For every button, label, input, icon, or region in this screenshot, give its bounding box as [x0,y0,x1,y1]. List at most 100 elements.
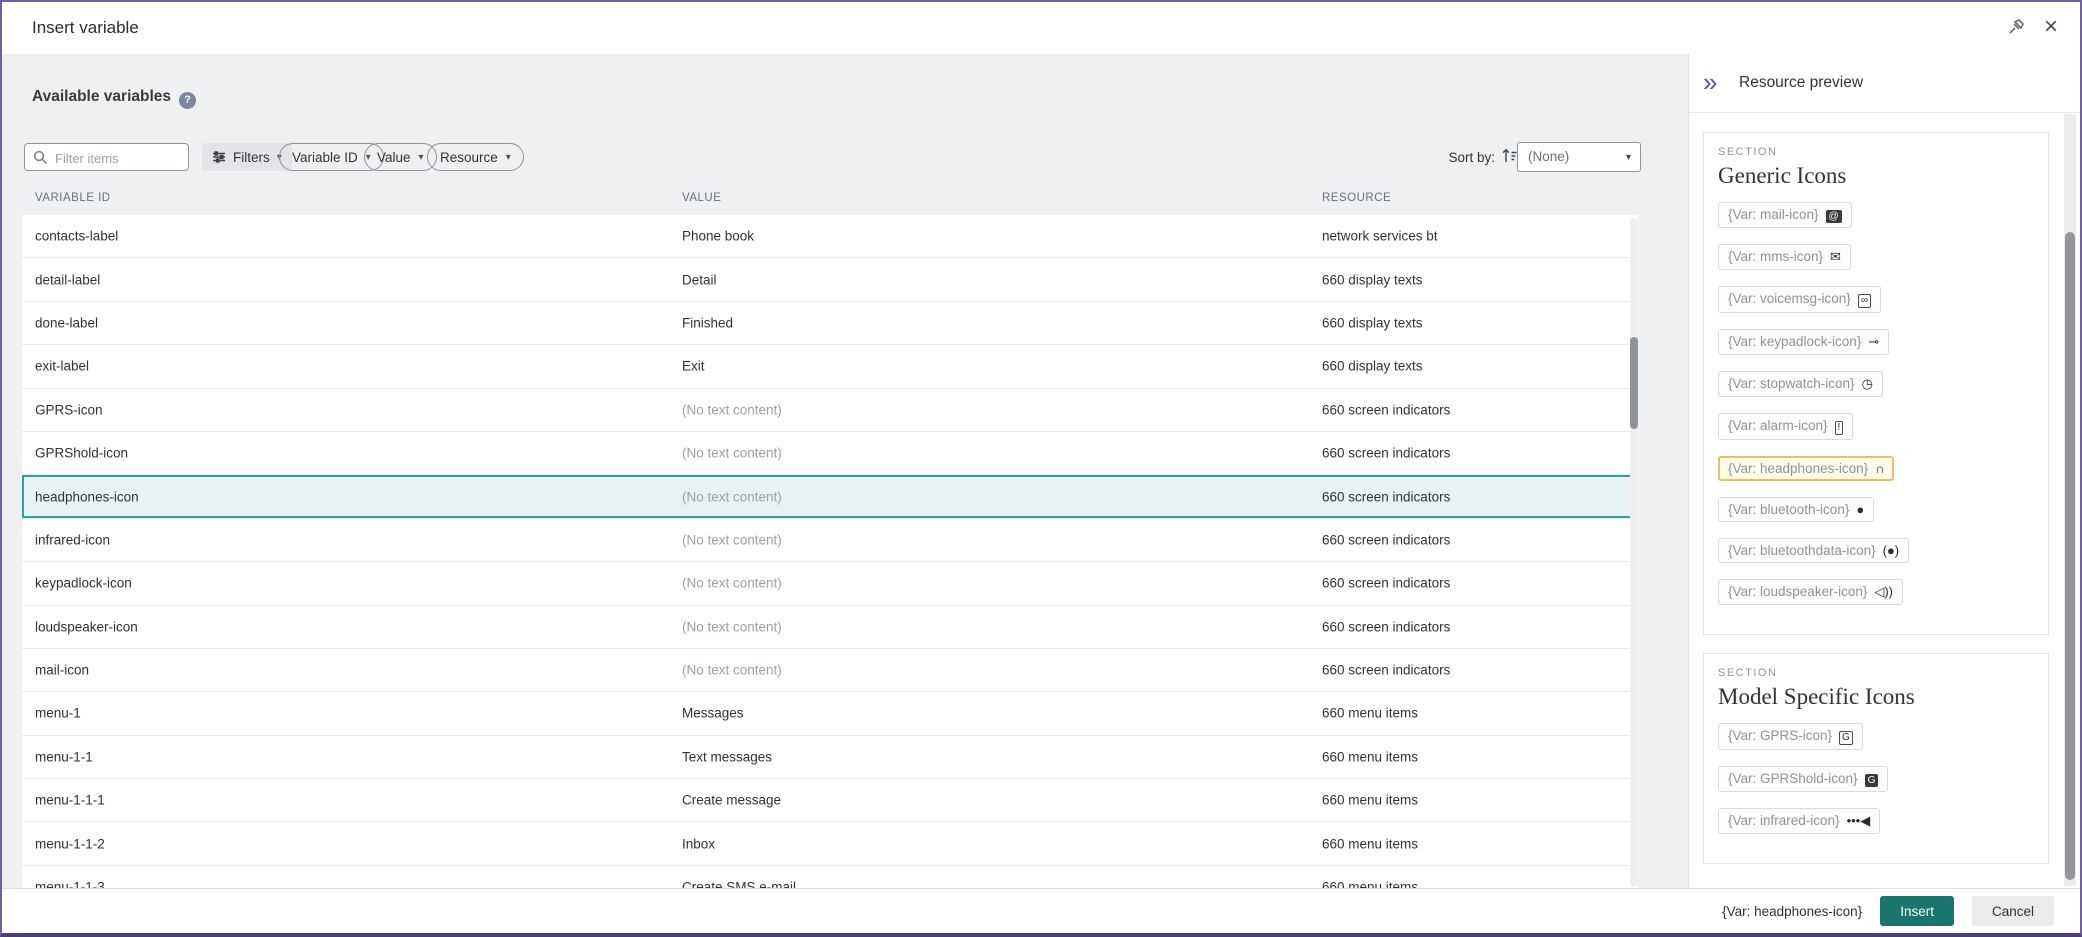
cell-variable-id: detail-label [35,272,100,287]
cell-variable-id: done-label [35,315,98,330]
resource-preview-body: SECTION Generic Icons {Var: mail-icon}@ … [1689,112,2063,890]
table-row[interactable]: GPRS-icon (No text content) 660 screen i… [22,389,1638,432]
table-row[interactable]: GPRShold-icon (No text content) 660 scre… [22,432,1638,475]
cell-value: (No text content) [682,402,782,417]
pin-icon[interactable] [2006,15,2028,37]
filter-search [24,143,189,171]
cell-resource: 660 menu items [1322,793,1418,808]
chip-label: {Var: mail-icon} [1728,207,1819,222]
variable-chip[interactable]: {Var: mail-icon} @ [1718,202,1852,228]
variable-chip[interactable]: {Var: alarm-icon}! [1718,413,1853,440]
help-icon[interactable]: ? [179,92,196,109]
table-row[interactable]: keypadlock-icon (No text content) 660 sc… [22,562,1638,605]
chip-label: {Var: alarm-icon} [1728,418,1828,433]
chevron-down-icon: ▾ [506,152,511,163]
table-scrollbar-thumb[interactable] [1630,337,1638,429]
voicemsg-icon: ∞ [1858,294,1871,308]
cell-variable-id: contacts-label [35,229,118,244]
table-scrollbar-track [1630,218,1638,887]
table-row[interactable]: menu-1-1 Text messages 660 menu items [22,736,1638,779]
pill-label: Value [377,150,411,165]
bluetooth-icon: ● [1856,502,1864,517]
variable-chip[interactable]: {Var: GPRS-icon}G [1718,723,1863,750]
preview-section: SECTION Generic Icons {Var: mail-icon}@ … [1703,132,2049,635]
alarm-icon: ! [1835,421,1844,435]
loudspeaker-icon: ◁)) [1874,584,1893,599]
filters-label: Filters [233,150,270,165]
table-row[interactable]: done-label Finished 660 display texts [22,302,1638,345]
table-row[interactable]: loudspeaker-icon (No text content) 660 s… [22,606,1638,649]
table-row[interactable]: menu-1-1-1 Create message 660 menu items [22,779,1638,822]
filter-pill-resource[interactable]: Resource ▾ [427,143,524,171]
cell-value: (No text content) [682,576,782,591]
close-icon[interactable]: × [2038,12,2064,42]
cell-variable-id: menu-1-1-1 [35,793,105,808]
chip-label: {Var: GPRShold-icon} [1728,771,1858,786]
cancel-button[interactable]: Cancel [1972,896,2054,926]
variable-chip[interactable]: {Var: voicemsg-icon}∞ [1718,286,1881,313]
cell-variable-id: exit-label [35,359,89,374]
variable-chip[interactable]: {Var: GPRShold-icon}G [1718,766,1888,792]
chip-label: {Var: mms-icon} [1728,249,1823,264]
table-row[interactable]: menu-1-1-3 Create SMS e-mail 660 menu it… [22,866,1638,890]
headphones-icon: ∩ [1875,461,1884,476]
cell-value: Exit [682,359,705,374]
cell-variable-id: keypadlock-icon [35,576,132,591]
table-row[interactable]: menu-1-1-2 Inbox 660 menu items [22,822,1638,865]
cell-resource: 660 display texts [1322,272,1423,287]
cell-resource: 660 menu items [1322,749,1418,764]
table-row[interactable]: infrared-icon (No text content) 660 scre… [22,519,1638,562]
chevron-down-icon: ▾ [419,152,424,163]
variable-chip[interactable]: {Var: stopwatch-icon} ◷ [1718,371,1883,397]
pill-label: Resource [440,150,498,165]
sort-by-label: Sort by: [1410,150,1495,165]
variable-chip[interactable]: {Var: keypadlock-icon}⊸ [1718,329,1889,355]
table-row[interactable]: detail-label Detail 660 display texts [22,258,1638,301]
pill-label: Variable ID [292,150,358,165]
resource-preview-title: Resource preview [1739,54,1863,112]
cell-value: Phone book [682,229,754,244]
cell-variable-id: menu-1-1-2 [35,836,105,851]
variables-table-body: contacts-label Phone book network servic… [22,215,1638,890]
dialog-title: Insert variable [32,2,139,54]
sliders-icon [212,150,226,164]
keypadlock-icon: ⊸ [1868,334,1879,349]
chip-label: {Var: stopwatch-icon} [1728,376,1855,391]
table-row[interactable]: menu-1 Messages 660 menu items [22,692,1638,735]
dialog-footer: {Var: headphones-icon} Insert Cancel [2,888,2080,933]
panel-scrollbar-thumb[interactable] [2065,232,2075,880]
cell-value: (No text content) [682,489,782,504]
cell-value: (No text content) [682,663,782,678]
section-title: Generic Icons [1718,163,2034,189]
cell-resource: 660 screen indicators [1322,489,1450,504]
cell-value: Text messages [682,749,772,764]
sort-direction-icon[interactable] [1501,146,1518,170]
chip-label: {Var: infrared-icon} [1728,813,1840,828]
variable-chip[interactable]: {Var: headphones-icon} ∩ [1718,456,1894,481]
insert-button[interactable]: Insert [1880,896,1954,926]
search-input[interactable] [53,145,187,171]
chip-label: {Var: loudspeaker-icon} [1728,584,1867,599]
chip-label: {Var: headphones-icon} [1728,461,1868,476]
variable-chip[interactable]: {Var: mms-icon}✉ [1718,244,1851,270]
table-row[interactable]: contacts-label Phone book network servic… [22,215,1638,258]
cell-value: Inbox [682,836,715,851]
table-row[interactable]: headphones-icon (No text content) 660 sc… [22,475,1638,518]
sort-by-value: (None) [1528,143,1569,171]
cell-variable-id: mail-icon [35,663,89,678]
sort-by-select[interactable]: (None) ▾ [1517,142,1641,172]
infrared-icon: •••◀ [1847,813,1871,828]
section-title: Model Specific Icons [1718,684,2034,710]
table-row[interactable]: mail-icon (No text content) 660 screen i… [22,649,1638,692]
variable-chip[interactable]: {Var: bluetooth-icon}● [1718,497,1874,522]
filter-pill-value[interactable]: Value ▾ [364,143,437,171]
table-row[interactable]: exit-label Exit 660 display texts [22,345,1638,388]
variable-chip[interactable]: {Var: infrared-icon} •••◀ [1718,808,1880,834]
collapse-panel-icon[interactable]: » [1703,62,1717,102]
cell-resource: 660 screen indicators [1322,663,1450,678]
mail-icon: @ [1826,210,1842,223]
variable-chip[interactable]: {Var: bluetoothdata-icon}(●) [1718,538,1909,563]
search-icon [33,150,48,165]
variable-chip[interactable]: {Var: loudspeaker-icon} ◁)) [1718,579,1903,605]
stopwatch-icon: ◷ [1862,376,1873,391]
